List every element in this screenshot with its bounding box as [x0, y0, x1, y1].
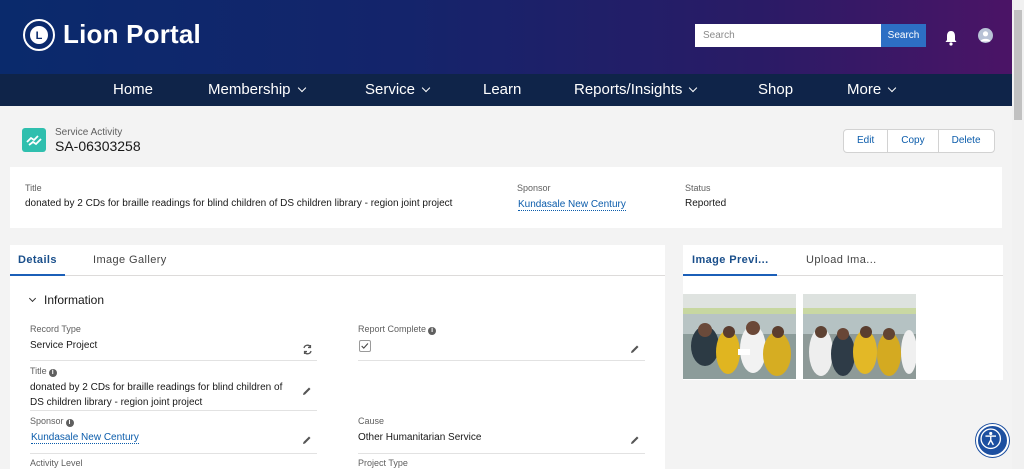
field-label-project-type: Project Type — [358, 458, 408, 468]
edit-pencil-icon[interactable] — [630, 344, 640, 354]
field-label-cause: Cause — [358, 416, 384, 426]
highlight-title-value: donated by 2 CDs for braille readings fo… — [25, 198, 452, 209]
field-divider — [30, 360, 317, 361]
field-divider — [358, 453, 645, 454]
scrollbar-thumb[interactable] — [1014, 10, 1022, 120]
accessibility-icon — [978, 426, 1007, 455]
field-divider — [358, 360, 645, 361]
field-value-cause: Other Humanitarian Service — [358, 430, 481, 445]
field-value-title: donated by 2 CDs for braille readings fo… — [30, 380, 295, 410]
site-header: L Lion Portal Search — [0, 0, 1012, 74]
highlights-panel: Title donated by 2 CDs for braille readi… — [10, 167, 1002, 228]
info-icon[interactable]: i — [428, 327, 436, 335]
lions-logo-icon[interactable]: L — [22, 18, 56, 52]
highlight-sponsor-link[interactable]: Kundasale New Century — [518, 199, 626, 210]
info-icon[interactable]: i — [49, 369, 57, 377]
field-divider — [30, 453, 317, 454]
record-name: SA-06303258 — [55, 138, 141, 154]
image-tabs: Image Previ... Upload Ima... — [683, 245, 1003, 276]
chevron-down-icon — [689, 84, 697, 92]
gallery-image-thumbnail[interactable] — [803, 294, 916, 379]
notification-bell-icon[interactable] — [944, 30, 958, 46]
tab-image-gallery[interactable]: Image Gallery — [93, 245, 167, 276]
nav-item-learn[interactable]: Learn — [483, 74, 521, 106]
search-input[interactable] — [695, 24, 881, 47]
field-value-sponsor-link[interactable]: Kundasale New Century — [31, 430, 139, 445]
brand-title[interactable]: Lion Portal — [63, 19, 201, 50]
field-label-report-complete: Report Complete i — [358, 324, 436, 335]
images-card: Image Previ... Upload Ima... — [683, 245, 1003, 380]
section-information[interactable]: Information — [30, 293, 104, 307]
field-label-title: Title i — [30, 366, 57, 377]
field-value-record-type: Service Project — [30, 338, 97, 353]
main-nav: Home Membership Service Learn Reports/In… — [0, 74, 1012, 106]
gallery-image-thumbnail[interactable] — [683, 294, 796, 379]
tab-upload-image[interactable]: Upload Ima... — [806, 245, 877, 276]
checkmark-icon — [360, 341, 370, 351]
tab-details[interactable]: Details — [10, 245, 65, 276]
highlight-status-label: Status — [685, 183, 711, 193]
nav-item-shop[interactable]: Shop — [758, 74, 793, 106]
chevron-down-icon — [297, 84, 305, 92]
highlight-status-value: Reported — [685, 198, 726, 209]
details-tabs: Details Image Gallery — [10, 245, 665, 276]
record-actions: Edit Copy Delete — [843, 129, 995, 153]
details-card: Details Image Gallery Information Record… — [10, 245, 665, 469]
nav-item-more[interactable]: More — [847, 74, 895, 106]
service-activity-icon — [22, 128, 46, 152]
chevron-down-icon — [422, 84, 430, 92]
page-scrollbar[interactable] — [1012, 0, 1024, 469]
chevron-down-icon — [29, 295, 36, 302]
search-button[interactable]: Search — [881, 24, 926, 47]
svg-text:L: L — [36, 30, 43, 42]
edit-button[interactable]: Edit — [844, 130, 888, 152]
field-label-activity-level: Activity Level — [30, 458, 83, 468]
report-complete-checkbox — [359, 340, 371, 352]
field-label-sponsor: Sponsor i — [30, 416, 74, 427]
nav-item-home[interactable]: Home — [113, 74, 153, 106]
record-object-type: Service Activity — [55, 127, 122, 138]
highlight-title-label: Title — [25, 183, 42, 193]
nav-item-membership[interactable]: Membership — [208, 74, 305, 106]
nav-item-service[interactable]: Service — [365, 74, 429, 106]
field-label-record-type: Record Type — [30, 324, 81, 334]
nav-item-reports-insights[interactable]: Reports/Insights — [574, 74, 696, 106]
tab-image-preview[interactable]: Image Previ... — [683, 245, 777, 276]
field-divider — [30, 410, 317, 411]
change-record-type-icon[interactable] — [302, 344, 313, 355]
info-icon[interactable]: i — [66, 419, 74, 427]
chevron-down-icon — [888, 84, 896, 92]
user-avatar-icon[interactable] — [978, 28, 993, 43]
edit-pencil-icon[interactable] — [302, 435, 312, 445]
copy-button[interactable]: Copy — [888, 130, 938, 152]
delete-button[interactable]: Delete — [939, 130, 994, 152]
highlight-sponsor-label: Sponsor — [517, 183, 551, 193]
edit-pencil-icon[interactable] — [302, 386, 312, 396]
edit-pencil-icon[interactable] — [630, 435, 640, 445]
accessibility-button[interactable] — [976, 424, 1009, 457]
